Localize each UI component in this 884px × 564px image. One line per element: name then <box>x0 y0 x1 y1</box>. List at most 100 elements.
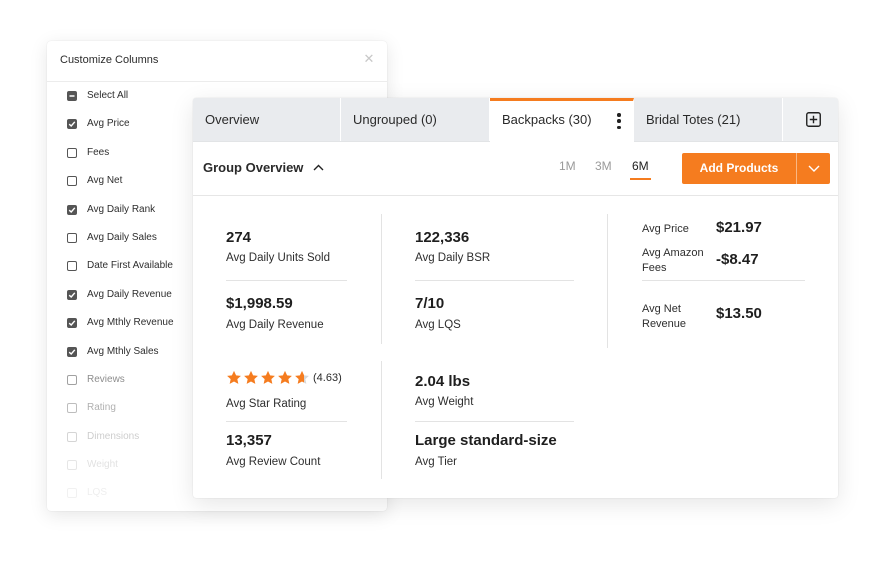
column-option-label: Reviews <box>87 373 125 385</box>
avg-tier-label: Avg Tier <box>415 456 457 468</box>
column-option[interactable]: Avg Mthly Revenue <box>67 315 174 343</box>
checkbox-checked-icon[interactable] <box>67 318 77 329</box>
avg-amazon-fees-label-2: Fees <box>642 262 667 274</box>
avg-price-value: $21.97 <box>716 219 762 236</box>
tab-overview[interactable]: Overview <box>193 98 341 141</box>
column-checkbox-list: Select All Avg Price Fees Avg Net Avg Daily … <box>67 88 174 511</box>
column-option-label: Weight <box>87 459 118 471</box>
divider <box>226 421 347 422</box>
column-option-label: Rating <box>87 402 116 414</box>
column-option[interactable]: Weight <box>67 457 174 485</box>
divider <box>381 214 382 344</box>
column-option[interactable]: Avg Daily Revenue <box>67 287 174 315</box>
avg-lqs-value: 7/10 <box>415 295 445 312</box>
column-option-label: LQS <box>87 487 108 499</box>
avg-star-rating-label: Avg Star Rating <box>226 398 307 410</box>
group-overview-title: Group Overview <box>203 160 304 175</box>
add-products-dropdown[interactable] <box>797 153 830 184</box>
avg-star-rating-value: (4.63) <box>313 371 342 384</box>
avg-lqs-label: Avg LQS <box>415 319 461 331</box>
checkbox-checked-icon[interactable] <box>67 346 77 357</box>
kebab-menu-icon[interactable] <box>617 113 621 129</box>
close-icon[interactable]: ✕ <box>361 51 377 67</box>
group-overview-bar: Group Overview 1M 3M 6M Add Products <box>193 141 838 196</box>
column-option[interactable]: Rating <box>67 400 174 428</box>
column-option-label: Avg Net <box>87 175 123 187</box>
avg-daily-units-sold-label: Avg Daily Units Sold <box>226 252 330 264</box>
column-option[interactable]: Dimensions <box>67 429 174 457</box>
divider <box>607 214 608 348</box>
tab-label: Ungrouped (0) <box>353 112 437 127</box>
chevron-up-icon <box>313 164 324 171</box>
avg-net-revenue-value: $13.50 <box>716 305 762 322</box>
checkbox-checked-icon[interactable] <box>67 204 77 215</box>
checkbox-checked-icon[interactable] <box>67 289 77 300</box>
checkbox-empty-icon[interactable] <box>67 261 77 272</box>
add-tab-button[interactable] <box>788 98 838 141</box>
star-icon <box>244 370 258 384</box>
star-icon <box>227 370 241 384</box>
column-option-label: Avg Mthly Revenue <box>87 317 174 329</box>
tab-bridal-totes[interactable]: Bridal Totes (21) <box>634 98 783 141</box>
checkbox-empty-icon[interactable] <box>67 232 77 243</box>
tab-label: Bridal Totes (21) <box>646 112 741 127</box>
checkbox-empty-icon[interactable] <box>67 460 77 471</box>
divider <box>415 421 574 422</box>
group-tabs: Overview Ungrouped (0) Backpacks (30) Br… <box>193 98 838 142</box>
avg-tier-value: Large standard-size <box>415 432 557 449</box>
period-6m[interactable]: 6M <box>632 159 649 173</box>
avg-daily-revenue-value: $1,998.59 <box>226 295 293 312</box>
tab-backpacks[interactable]: Backpacks (30) <box>490 98 634 142</box>
column-option-label: Avg Price <box>87 118 130 130</box>
tab-label: Overview <box>205 112 260 127</box>
checkbox-empty-icon[interactable] <box>67 431 77 442</box>
avg-net-revenue-label-1: Avg Net <box>642 303 681 315</box>
group-overview-toggle[interactable]: Group Overview <box>203 160 324 175</box>
column-option[interactable]: Date First Available <box>67 258 174 286</box>
avg-price-label: Avg Price <box>642 223 689 235</box>
avg-amazon-fees-value: -$8.47 <box>716 251 759 268</box>
avg-net-revenue-label-2: Revenue <box>642 318 687 330</box>
tab-ungrouped[interactable]: Ungrouped (0) <box>341 98 490 141</box>
active-period-indicator <box>630 178 651 180</box>
column-option[interactable]: LQS <box>67 485 174 511</box>
column-option[interactable]: Reviews <box>67 372 174 400</box>
avg-weight-label: Avg Weight <box>415 396 474 408</box>
column-option[interactable]: Avg Price <box>67 116 174 144</box>
period-1m[interactable]: 1M <box>559 159 576 173</box>
star-icon <box>261 370 275 384</box>
checkbox-empty-icon[interactable] <box>67 147 77 158</box>
checkbox-indeterminate-icon[interactable] <box>67 91 77 101</box>
checkbox-empty-icon[interactable] <box>67 374 77 385</box>
add-products-label: Add Products <box>699 161 779 175</box>
divider <box>381 361 382 479</box>
divider <box>226 280 347 281</box>
checkbox-empty-icon[interactable] <box>67 176 77 187</box>
add-products-button[interactable]: Add Products <box>682 153 830 184</box>
divider <box>642 280 805 281</box>
customize-columns-title: Customize Columns <box>60 54 159 66</box>
period-3m[interactable]: 3M <box>595 159 612 173</box>
column-option-label: Fees <box>87 146 110 158</box>
column-option-label: Date First Available <box>87 260 173 272</box>
avg-daily-revenue-label: Avg Daily Revenue <box>226 319 324 331</box>
column-option-label: Avg Mthly Sales <box>87 345 159 357</box>
column-option-label: Avg Daily Sales <box>87 231 157 243</box>
column-option-label: Dimensions <box>87 430 140 442</box>
avg-daily-bsr-label: Avg Daily BSR <box>415 252 491 264</box>
avg-weight-value: 2.04 lbs <box>415 373 471 390</box>
star-icon <box>295 370 309 384</box>
column-option[interactable]: Avg Daily Sales <box>67 230 174 258</box>
plus-square-icon <box>805 112 821 127</box>
checkbox-empty-icon[interactable] <box>67 403 77 414</box>
column-option[interactable]: Avg Daily Rank <box>67 202 174 230</box>
checkbox-checked-icon[interactable] <box>67 119 77 130</box>
checkbox-empty-icon[interactable] <box>67 488 77 499</box>
chevron-down-icon <box>808 165 819 172</box>
group-overview-card: Overview Ungrouped (0) Backpacks (30) Br… <box>193 98 838 498</box>
column-option[interactable]: Fees <box>67 145 174 173</box>
customize-columns-header: Customize Columns ✕ <box>47 41 387 82</box>
column-option[interactable]: Avg Mthly Sales <box>67 344 174 372</box>
column-option[interactable]: Avg Net <box>67 173 174 201</box>
column-option[interactable]: Select All <box>67 88 174 116</box>
